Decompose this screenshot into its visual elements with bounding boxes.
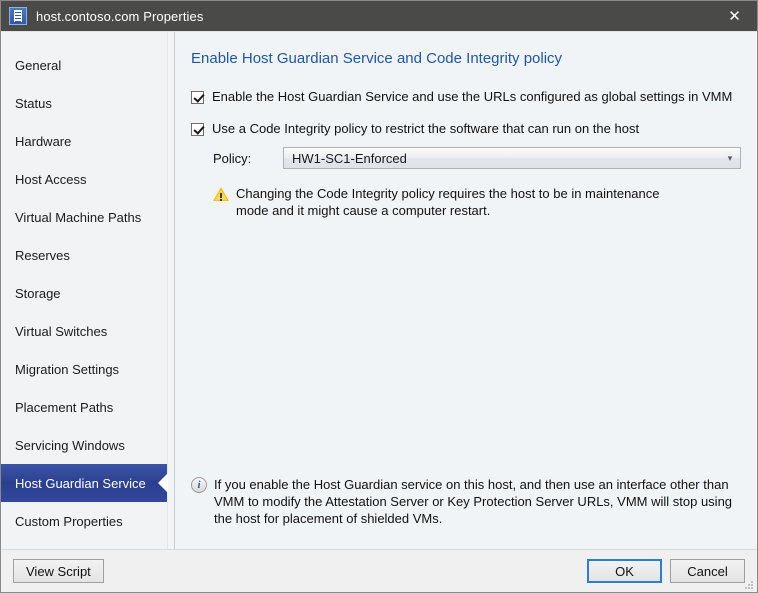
- code-integrity-checkbox[interactable]: [191, 123, 204, 136]
- title-bar: host.contoso.com Properties ✕: [1, 1, 757, 31]
- sidebar-item-hardware[interactable]: Hardware: [1, 122, 167, 160]
- sidebar-item-host-access[interactable]: Host Access: [1, 160, 167, 198]
- sidebar-item-general[interactable]: General: [1, 46, 167, 84]
- sidebar-item-label: General: [15, 57, 62, 73]
- sidebar-item-label: Storage: [15, 285, 61, 301]
- sidebar-item-label: Host Access: [15, 171, 87, 187]
- maintenance-warning: Changing the Code Integrity policy requi…: [213, 185, 683, 219]
- resize-grip-icon[interactable]: [742, 578, 754, 590]
- code-integrity-label: Use a Code Integrity policy to restrict …: [212, 121, 640, 136]
- sidebar-item-label: Virtual Machine Paths: [15, 209, 142, 225]
- content-pane: Enable Host Guardian Service and Code In…: [175, 32, 757, 549]
- sidebar-item-label: Servicing Windows: [15, 437, 125, 453]
- sidebar-item-status[interactable]: Status: [1, 84, 167, 122]
- policy-dropdown[interactable]: HW1-SC1-Enforced ▾: [283, 147, 741, 169]
- sidebar-item-migration-settings[interactable]: Migration Settings: [1, 350, 167, 388]
- sidebar-item-label: Virtual Switches: [15, 323, 108, 339]
- sidebar-item-reserves[interactable]: Reserves: [1, 236, 167, 274]
- sidebar-item-virtual-switches[interactable]: Virtual Switches: [1, 312, 167, 350]
- info-text: If you enable the Host Guardian service …: [214, 477, 733, 526]
- sidebar-item-label: Placement Paths: [15, 399, 114, 415]
- window-title: host.contoso.com Properties: [36, 8, 204, 24]
- sidebar-item-label: Reserves: [15, 247, 70, 263]
- chevron-down-icon[interactable]: ▾: [720, 148, 740, 168]
- sidebar-item-placement-paths[interactable]: Placement Paths: [1, 388, 167, 426]
- enable-hgs-label: Enable the Host Guardian Service and use…: [212, 89, 733, 104]
- ok-button[interactable]: OK: [587, 559, 662, 583]
- sidebar-item-custom-properties[interactable]: Custom Properties: [1, 502, 167, 540]
- sidebar-nav: General Status Hardware Host Access Virt…: [1, 32, 168, 549]
- sidebar-item-label: Custom Properties: [15, 513, 123, 529]
- policy-row: Policy: HW1-SC1-Enforced ▾: [213, 147, 741, 169]
- page-title: Enable Host Guardian Service and Code In…: [191, 50, 563, 67]
- sidebar-item-label: Status: [15, 95, 52, 111]
- sidebar-item-storage[interactable]: Storage: [1, 274, 167, 312]
- sidebar-item-label: Hardware: [15, 133, 72, 149]
- sidebar-item-virtual-machine-paths[interactable]: Virtual Machine Paths: [1, 198, 167, 236]
- cancel-button[interactable]: Cancel: [670, 559, 745, 583]
- properties-dialog-window: host.contoso.com Properties ✕ General St…: [0, 0, 758, 593]
- sidebar-item-servicing-windows[interactable]: Servicing Windows: [1, 426, 167, 464]
- host-server-icon: [9, 7, 27, 25]
- policy-label: Policy:: [213, 150, 252, 166]
- sidebar-item-label: Host Guardian Service: [15, 475, 146, 491]
- selection-arrow-icon: [158, 473, 168, 493]
- enable-hgs-checkbox[interactable]: [191, 91, 204, 104]
- enable-hgs-checkbox-row[interactable]: Enable the Host Guardian Service and use…: [191, 89, 741, 105]
- dialog-body: General Status Hardware Host Access Virt…: [1, 31, 757, 549]
- sidebar-item-label: Migration Settings: [15, 361, 120, 377]
- dialog-footer: View Script OK Cancel: [1, 549, 757, 592]
- warning-text: Changing the Code Integrity policy requi…: [236, 186, 660, 218]
- info-circle-icon: i: [191, 477, 207, 493]
- sidebar-item-host-guardian-service[interactable]: Host Guardian Service: [1, 464, 168, 502]
- sidebar-splitter[interactable]: [167, 32, 175, 549]
- warning-triangle-icon: [213, 186, 229, 202]
- hgs-info-note: i If you enable the Host Guardian servic…: [191, 476, 741, 527]
- policy-selected-value: HW1-SC1-Enforced: [292, 150, 407, 166]
- close-icon[interactable]: ✕: [712, 1, 757, 31]
- view-script-button[interactable]: View Script: [13, 559, 104, 583]
- code-integrity-checkbox-row[interactable]: Use a Code Integrity policy to restrict …: [191, 121, 741, 137]
